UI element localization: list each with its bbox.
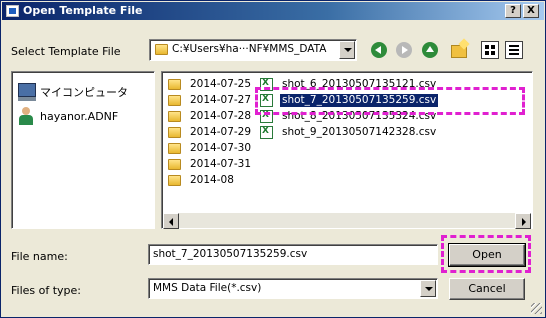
help-button[interactable]: ? xyxy=(505,4,521,18)
places-item-label: hayanor.ADNF xyxy=(40,110,119,123)
places-item-user[interactable]: hayanor.ADNF xyxy=(18,107,148,127)
file-label: shot_7_20130507135259.csv xyxy=(278,93,440,108)
cancel-button[interactable]: Cancel xyxy=(449,278,525,300)
file-label: shot_8_20130507135324.csv xyxy=(282,110,437,122)
back-icon[interactable] xyxy=(371,42,387,58)
filename-label: File name: xyxy=(11,250,68,263)
folder-label: 2014-08 xyxy=(190,174,234,186)
folder-label: 2014-07-25 xyxy=(190,78,252,90)
view-menu-icon[interactable] xyxy=(481,41,499,59)
folder-icon xyxy=(155,44,168,55)
forward-icon[interactable] xyxy=(396,42,412,58)
computer-icon xyxy=(18,83,36,101)
filetype-dropdown-button[interactable] xyxy=(420,280,436,297)
folder-icon xyxy=(168,111,181,122)
filetype-value: MMS Data File(*.csv) xyxy=(153,282,262,294)
filename-field[interactable]: shot_7_20130507135259.csv xyxy=(148,244,438,265)
scroll-right-button[interactable] xyxy=(515,213,531,229)
folder-icon xyxy=(168,95,181,106)
details-view-icon[interactable] xyxy=(505,41,523,59)
file-list: 2014-07-25 2014-07-27 2014-07-28 2014-07… xyxy=(161,71,533,229)
path-value: C:¥Users¥ha···NF¥MMS_DATA xyxy=(172,43,327,55)
filetype-select[interactable]: MMS Data File(*.csv) xyxy=(148,278,438,299)
path-combo[interactable]: C:¥Users¥ha···NF¥MMS_DATA xyxy=(149,39,357,61)
folder-icon xyxy=(168,79,181,90)
csv-file-icon xyxy=(260,126,273,139)
scroll-left-button[interactable] xyxy=(163,213,179,229)
folder-icon xyxy=(168,127,181,138)
resize-grip[interactable] xyxy=(531,303,542,314)
folder-label: 2014-07-28 xyxy=(190,110,252,122)
places-item-label: マイコンピュータ xyxy=(40,86,128,99)
path-dropdown-button[interactable] xyxy=(339,41,355,59)
window-title: Open Template File xyxy=(23,4,143,17)
open-button[interactable]: Open xyxy=(448,243,526,267)
window-icon xyxy=(6,5,19,17)
folder-icon xyxy=(168,143,181,154)
folder-icon xyxy=(168,159,181,170)
file-label: shot_6_20130507135121.csv xyxy=(282,78,437,90)
csv-file-icon xyxy=(260,110,273,123)
csv-file-icon xyxy=(260,94,273,107)
folder-label: 2014-07-27 xyxy=(190,94,252,106)
folder-icon xyxy=(168,175,181,186)
places-item-my-computer[interactable]: マイコンピュータ xyxy=(18,81,148,101)
folder-label: 2014-07-29 xyxy=(190,126,252,138)
horizontal-scrollbar[interactable] xyxy=(163,212,531,229)
up-folder-icon[interactable] xyxy=(422,42,438,58)
user-icon xyxy=(18,107,34,125)
folder-label: 2014-07-31 xyxy=(190,158,252,170)
csv-file-icon xyxy=(260,78,273,91)
filetype-label: Files of type: xyxy=(11,284,82,297)
title-bar[interactable]: Open Template File ? X xyxy=(2,2,544,20)
close-button[interactable]: X xyxy=(523,4,539,18)
select-template-label: Select Template File xyxy=(11,45,121,58)
open-template-dialog: Open Template File ? X Select Template F… xyxy=(0,0,546,318)
new-folder-icon[interactable] xyxy=(451,45,467,58)
file-label: shot_9_20130507142328.csv xyxy=(282,126,437,138)
folder-label: 2014-07-30 xyxy=(190,142,252,154)
places-sidebar: マイコンピュータ hayanor.ADNF xyxy=(11,71,155,229)
